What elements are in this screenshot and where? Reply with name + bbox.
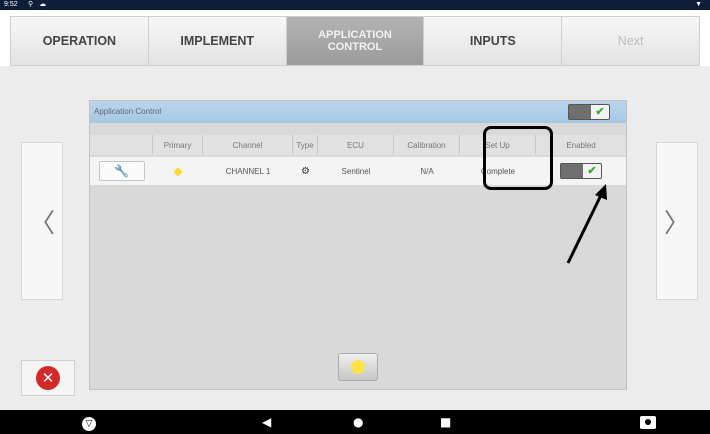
recent-apps-icon: ■ (440, 415, 452, 429)
chevron-right-icon: 〉 (663, 208, 690, 239)
row-ecu-cell: Sentinel (341, 166, 371, 176)
configure-button[interactable]: 🔧 (98, 161, 145, 181)
circle-gear-icon: ⚙ (301, 165, 310, 177)
master-enable-toggle[interactable]: ✔ (568, 104, 610, 120)
add-channel-icon (351, 360, 365, 374)
home-icon: ● (353, 415, 364, 429)
checkmark-icon: ✔ (591, 105, 609, 119)
row-type-cell: ⚙ (293, 157, 318, 185)
column-header-action (90, 135, 153, 155)
checkmark-icon: ✔ (583, 164, 601, 178)
column-header-calibration: Calibration (394, 135, 460, 155)
status-icons: ⚲ ☁ (28, 1, 49, 8)
row-action-cell: 🔧 (90, 157, 153, 185)
recent-apps-button[interactable]: ■ (440, 410, 451, 434)
back-button[interactable]: ◀ (262, 410, 271, 434)
add-channel-button[interactable] (338, 353, 378, 381)
camera-icon (640, 416, 656, 429)
app-logo-button[interactable]: ▽ (82, 410, 98, 434)
android-nav-bar: ▽ ◀ ● ■ (0, 410, 710, 434)
row-primary-cell: ◆ (153, 157, 203, 185)
next-button[interactable]: Next (562, 17, 699, 65)
primary-indicator-icon: ◆ (173, 164, 183, 178)
wrench-icon: 🔧 (114, 164, 129, 178)
next-page-button[interactable]: 〉 (656, 142, 698, 300)
tab-bar: OPERATION IMPLEMENT APPLICATION CONTROL … (10, 16, 700, 66)
column-header-channel: Channel (203, 135, 293, 155)
status-time: 9:52 (4, 1, 18, 8)
home-button[interactable]: ● (353, 410, 363, 434)
tab-application-control-label: APPLICATION CONTROL (318, 29, 392, 53)
row-enable-toggle[interactable]: ✔ (560, 163, 602, 179)
close-icon: ✕ (36, 366, 60, 390)
tab-inputs[interactable]: INPUTS (424, 17, 563, 65)
tab-application-control[interactable]: APPLICATION CONTROL (286, 17, 425, 65)
panel-header: Application Control (90, 101, 626, 123)
chevron-left-icon: 〈 (28, 208, 55, 239)
tab-operation-label: OPERATION (42, 34, 117, 48)
column-header-ecu: ECU (318, 135, 394, 155)
status-bar: 9:52 ⚲ ☁ ▼ (0, 0, 710, 10)
row-channel-cell: CHANNEL 1 (225, 166, 271, 176)
tab-operation[interactable]: OPERATION (11, 17, 149, 65)
column-header-primary: Primary (153, 135, 203, 155)
column-header-type: Type (293, 135, 318, 155)
setup-highlight-box (483, 126, 553, 190)
row-calibration-cell: N/A (420, 166, 434, 176)
tab-implement-label: IMPLEMENT (180, 34, 254, 48)
panel-title: Application Control (94, 107, 162, 116)
next-button-label: Next (617, 34, 644, 48)
back-icon: ◀ (262, 415, 272, 429)
wifi-icon: ▼ (695, 1, 702, 8)
tab-inputs-label: INPUTS (469, 34, 516, 48)
logo-icon: ▽ (82, 417, 96, 431)
screenshot-button[interactable] (640, 410, 656, 434)
tab-implement[interactable]: IMPLEMENT (148, 17, 287, 65)
cancel-button[interactable]: ✕ (21, 360, 75, 396)
previous-page-button[interactable]: 〈 (21, 142, 63, 300)
